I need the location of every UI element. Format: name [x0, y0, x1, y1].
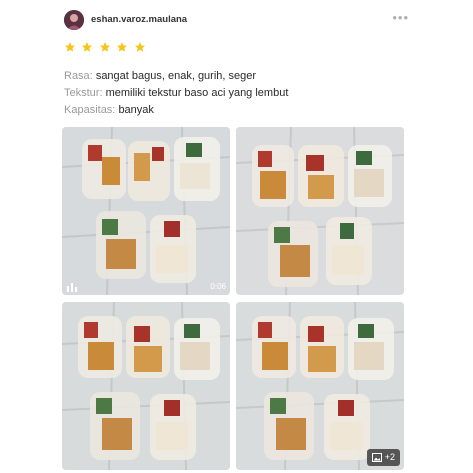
review-photo[interactable]: [236, 127, 404, 295]
review-text: Rasa: sangat bagus, enak, gurih, seger T…: [64, 68, 288, 119]
star-icon: [116, 40, 128, 52]
review-label: Tekstur:: [64, 87, 103, 99]
image-icon: [371, 453, 382, 462]
more-photos-badge[interactable]: +2: [366, 449, 400, 466]
product-photo: [62, 127, 230, 295]
review-photo[interactable]: +2: [236, 302, 404, 470]
star-icon: [64, 40, 76, 52]
review-photo[interactable]: [62, 302, 230, 470]
star-icon: [81, 40, 93, 52]
star-rating: [64, 40, 147, 54]
more-photos-count: +2: [384, 452, 395, 462]
review-label: Rasa:: [64, 70, 93, 82]
review-value: banyak: [118, 104, 154, 116]
star-icon: [134, 40, 146, 52]
review-label: Kapasitas:: [64, 104, 116, 116]
product-photo: [236, 302, 404, 470]
video-bars-icon: [67, 283, 77, 292]
more-dots-icon[interactable]: •••: [392, 10, 409, 25]
review-line-tekstur: Tekstur: memiliki tekstur baso aci yang …: [64, 85, 288, 102]
review-video-thumbnail[interactable]: 0:06: [62, 127, 230, 295]
media-gallery: 0:06 +2: [62, 127, 404, 470]
avatar[interactable]: [64, 10, 84, 30]
review-line-kapasitas: Kapasitas: banyak: [64, 102, 288, 119]
review-header: eshan.varoz.maulana •••: [64, 10, 409, 32]
product-photo: [62, 302, 230, 470]
review-value: memiliki tekstur baso aci yang lembut: [105, 87, 289, 99]
review-value: sangat bagus, enak, gurih, seger: [95, 70, 257, 82]
username[interactable]: eshan.varoz.maulana: [91, 14, 187, 25]
video-duration: 0:06: [210, 282, 226, 291]
product-photo: [236, 127, 404, 295]
review-line-rasa: Rasa: sangat bagus, enak, gurih, seger: [64, 68, 288, 85]
star-icon: [99, 40, 111, 52]
